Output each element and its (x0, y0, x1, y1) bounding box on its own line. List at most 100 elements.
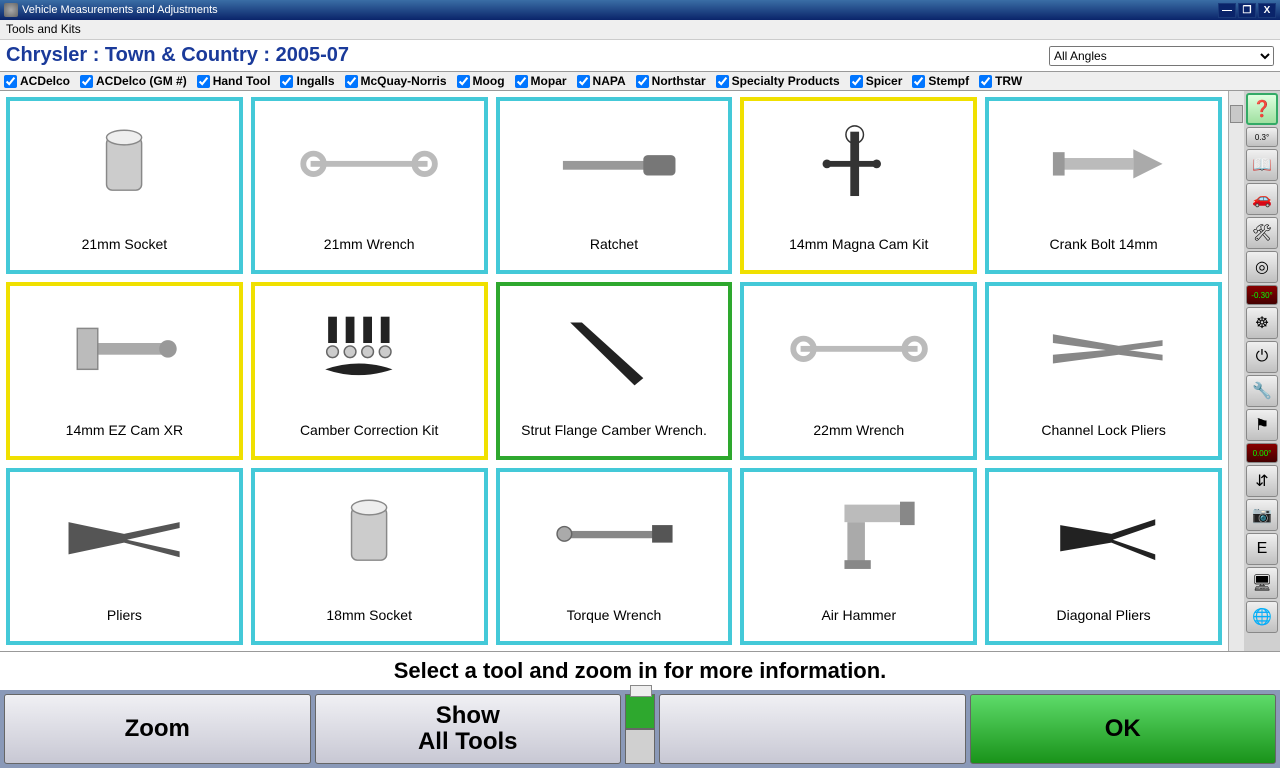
filter-checkbox[interactable] (850, 75, 863, 88)
tool-label: Pliers (103, 597, 146, 641)
flag-icon[interactable]: ⚑ (1246, 409, 1278, 441)
tool-card-strut-flange-camber-wrench-[interactable]: Strut Flange Camber Wrench. (496, 282, 733, 459)
toggle-green[interactable] (625, 694, 655, 729)
tool-label: Channel Lock Pliers (1037, 412, 1170, 456)
filter-northstar[interactable]: Northstar (636, 74, 706, 88)
arrows-icon[interactable]: ⇵ (1246, 465, 1278, 497)
globe-icon[interactable]: 🌐 (1246, 601, 1278, 633)
tool-card-18mm-socket[interactable]: 18mm Socket (251, 468, 488, 645)
hex-wrench-icon (500, 286, 729, 411)
tool-card-21mm-wrench[interactable]: 21mm Wrench (251, 97, 488, 274)
tool-card-air-hammer[interactable]: Air Hammer (740, 468, 977, 645)
filter-checkbox[interactable] (345, 75, 358, 88)
alignment-icon[interactable]: 🔧 (1246, 375, 1278, 407)
vertical-scrollbar[interactable] (1228, 91, 1244, 651)
filter-checkbox[interactable] (280, 75, 293, 88)
tool-label: 21mm Socket (78, 226, 172, 270)
filter-checkbox[interactable] (80, 75, 93, 88)
filter-mopar[interactable]: Mopar (515, 74, 567, 88)
tool-label: 22mm Wrench (809, 412, 908, 456)
filter-checkbox[interactable] (457, 75, 470, 88)
tool-label: 14mm Magna Cam Kit (785, 226, 932, 270)
bolt-icon (989, 101, 1218, 226)
view-toggle[interactable] (625, 694, 655, 764)
filter-label: Northstar (652, 74, 706, 88)
filter-checkbox[interactable] (515, 75, 528, 88)
filter-checkbox[interactable] (577, 75, 590, 88)
air-hammer-icon (744, 472, 973, 597)
tool-label: Crank Bolt 14mm (1046, 226, 1162, 270)
filter-checkbox[interactable] (4, 75, 17, 88)
tool-label: Air Hammer (817, 597, 900, 641)
filter-checkbox[interactable] (912, 75, 925, 88)
filter-label: TRW (995, 74, 1022, 88)
gauge-icon[interactable]: ◎ (1246, 251, 1278, 283)
power-icon[interactable]: ⏻ (1246, 341, 1278, 373)
tool-card-torque-wrench[interactable]: Torque Wrench (496, 468, 733, 645)
tool-card-21mm-socket[interactable]: 21mm Socket (6, 97, 243, 274)
filter-moog[interactable]: Moog (457, 74, 505, 88)
menu-tools-kits[interactable]: Tools and Kits (6, 22, 81, 36)
filter-row: ACDelco ACDelco (GM #) Hand Tool Ingalls McQ… (0, 72, 1280, 91)
tool-card-camber-correction-kit[interactable]: Camber Correction Kit (251, 282, 488, 459)
window-title: Vehicle Measurements and Adjustments (22, 4, 1218, 16)
minimize-button[interactable]: — (1218, 3, 1236, 18)
close-button[interactable]: X (1258, 3, 1276, 18)
car-icon[interactable]: 🚗 (1246, 183, 1278, 215)
tool-label: 18mm Socket (322, 597, 416, 641)
angle-select[interactable]: All Angles (1049, 46, 1274, 66)
kit-icon (744, 101, 973, 226)
filter-napa[interactable]: NAPA (577, 74, 626, 88)
help-button[interactable]: ❓ (1246, 93, 1278, 125)
tool-card-ratchet[interactable]: Ratchet (496, 97, 733, 274)
camera-icon[interactable]: 📷 (1246, 499, 1278, 531)
filter-checkbox[interactable] (197, 75, 210, 88)
filter-checkbox[interactable] (716, 75, 729, 88)
pliers-icon (10, 472, 239, 597)
filter-specialty-products[interactable]: Specialty Products (716, 74, 840, 88)
tools-icon[interactable]: 🛠 (1246, 217, 1278, 249)
filter-label: Mopar (531, 74, 567, 88)
tool-card-14mm-magna-cam-kit[interactable]: 14mm Magna Cam Kit (740, 97, 977, 274)
maximize-button[interactable]: ❐ (1238, 3, 1256, 18)
filter-ingalls[interactable]: Ingalls (280, 74, 334, 88)
tool-label: 14mm EZ Cam XR (62, 412, 187, 456)
filter-spicer[interactable]: Spicer (850, 74, 903, 88)
angle-indicator[interactable]: 0.3° (1246, 127, 1278, 147)
toggle-gray[interactable] (625, 729, 655, 764)
filter-label: Specialty Products (732, 74, 840, 88)
filter-acdelco[interactable]: ACDelco (4, 74, 70, 88)
tool-card-22mm-wrench[interactable]: 22mm Wrench (740, 282, 977, 459)
filter-label: McQuay-Norris (361, 74, 447, 88)
filter-stempf[interactable]: Stempf (912, 74, 969, 88)
socket-icon (255, 472, 484, 597)
tool-card-channel-lock-pliers[interactable]: Channel Lock Pliers (985, 282, 1222, 459)
filter-label: Stempf (928, 74, 969, 88)
ok-button[interactable]: OK (970, 694, 1277, 764)
menubar: Tools and Kits (0, 20, 1280, 40)
tool-label: Strut Flange Camber Wrench. (517, 412, 711, 456)
display-icon[interactable]: 🖥 (1246, 567, 1278, 599)
wrench-icon (255, 101, 484, 226)
reading-2[interactable]: 0.00° (1246, 443, 1278, 463)
tool-card-crank-bolt-14mm[interactable]: Crank Bolt 14mm (985, 97, 1222, 274)
tool-card-diagonal-pliers[interactable]: Diagonal Pliers (985, 468, 1222, 645)
reading-1[interactable]: -0.30° (1246, 285, 1278, 305)
filter-mcquay-norris[interactable]: McQuay-Norris (345, 74, 447, 88)
zoom-button[interactable]: Zoom (4, 694, 311, 764)
filter-acdelco-gm-[interactable]: ACDelco (GM #) (80, 74, 187, 88)
e-icon[interactable]: E (1246, 533, 1278, 565)
filter-checkbox[interactable] (636, 75, 649, 88)
show-all-tools-button[interactable]: Show All Tools (315, 694, 622, 764)
scroll-thumb[interactable] (1230, 105, 1243, 123)
diag-pliers-icon (989, 472, 1218, 597)
filter-checkbox[interactable] (979, 75, 992, 88)
steering-icon[interactable]: ☸ (1246, 307, 1278, 339)
tool-card-pliers[interactable]: Pliers (6, 468, 243, 645)
socket-icon (10, 101, 239, 226)
book-icon[interactable]: 📖 (1246, 149, 1278, 181)
blank-button[interactable] (659, 694, 966, 764)
tool-card-14mm-ez-cam-xr[interactable]: 14mm EZ Cam XR (6, 282, 243, 459)
filter-trw[interactable]: TRW (979, 74, 1022, 88)
filter-hand-tool[interactable]: Hand Tool (197, 74, 271, 88)
